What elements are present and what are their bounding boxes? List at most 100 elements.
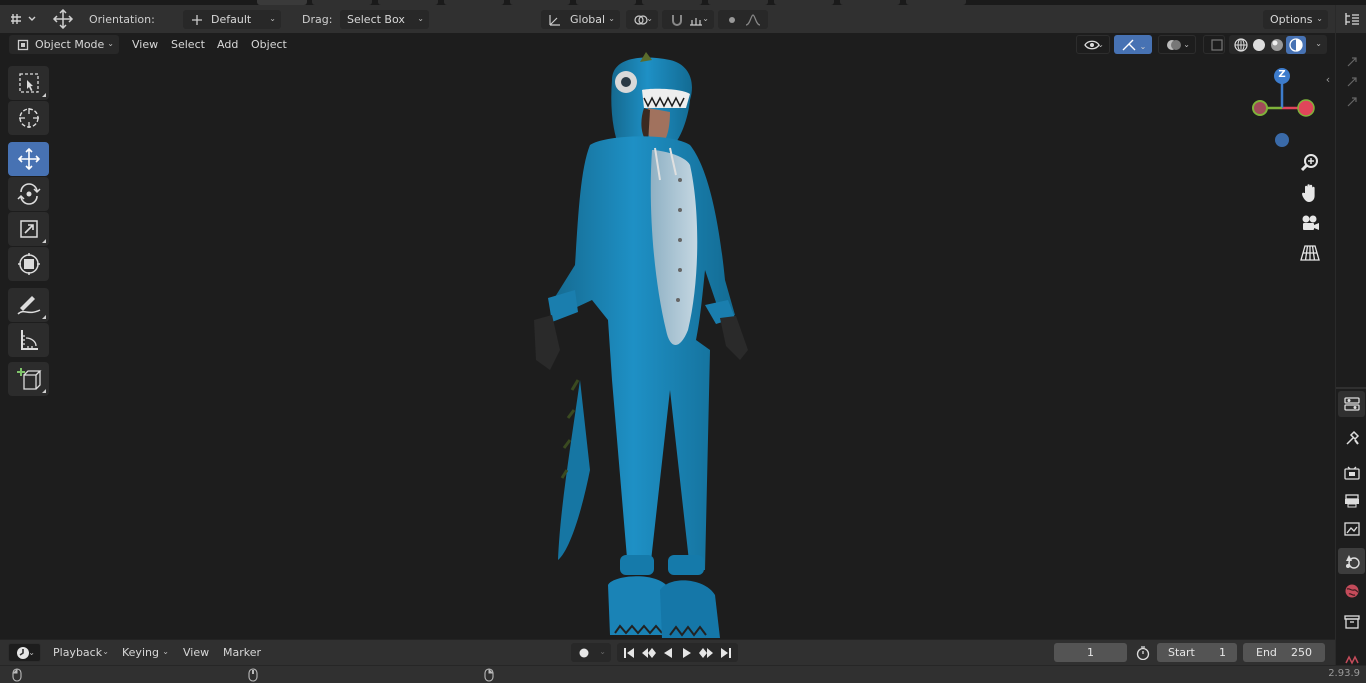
- tab-render[interactable]: [1338, 460, 1365, 486]
- zoom-icon[interactable]: [1298, 152, 1322, 174]
- material-shading-icon[interactable]: [1268, 37, 1286, 53]
- status-bar: 2.93.9: [0, 665, 1366, 683]
- overlays-dropdown[interactable]: ⌄: [1158, 35, 1196, 54]
- object-mode-label: Object Mode: [35, 38, 105, 51]
- transform-orientation-dropdown[interactable]: Global ⌄: [541, 10, 620, 29]
- rendered-shading-icon[interactable]: [1286, 35, 1306, 54]
- sidebar-toggle-icon[interactable]: ‹: [1322, 72, 1334, 86]
- keying-dropdown[interactable]: Keying ⌄: [115, 643, 174, 662]
- z-axis-label: Z: [1278, 69, 1286, 80]
- editor-type-icon[interactable]: [8, 9, 40, 29]
- record-icon: [578, 647, 590, 659]
- output-icon: [1344, 494, 1360, 508]
- end-label: End: [1256, 646, 1277, 659]
- chevron-down-icon: ⌄: [599, 647, 606, 656]
- measure-tool[interactable]: [8, 323, 49, 357]
- cursor-tool[interactable]: [8, 101, 49, 135]
- camera-icon[interactable]: [1298, 212, 1322, 234]
- annotate-tool[interactable]: [8, 288, 49, 322]
- visibility-dropdown[interactable]: ⌄: [1076, 35, 1110, 54]
- mouse-right-icon: [483, 667, 495, 682]
- menu-object[interactable]: Object: [244, 35, 294, 54]
- measure-icon: [18, 328, 40, 352]
- tab-collection[interactable]: [1338, 609, 1365, 635]
- tab-scene[interactable]: [1338, 548, 1365, 574]
- hand-pan-icon[interactable]: [1298, 182, 1322, 204]
- end-frame-field[interactable]: End 250: [1243, 643, 1325, 662]
- timeline-editor-type[interactable]: ⌄: [8, 643, 41, 662]
- playback-controls: [617, 643, 738, 662]
- tool-options-indicator: [42, 239, 46, 243]
- auto-keying-group[interactable]: ⌄: [571, 643, 611, 662]
- version-label: 2.93.9: [1328, 668, 1360, 679]
- drag-label: Drag:: [302, 13, 333, 26]
- orientation-value: Default: [211, 13, 252, 26]
- start-frame-field[interactable]: Start 1: [1157, 643, 1237, 662]
- next-keyframe-icon[interactable]: [697, 646, 715, 660]
- menu-select[interactable]: Select: [164, 35, 212, 54]
- chevron-down-icon[interactable]: ⌄: [1136, 39, 1150, 53]
- xray-toggle[interactable]: [1203, 35, 1225, 54]
- navigation-gizmo[interactable]: Z: [1244, 64, 1320, 150]
- scale-icon: [18, 218, 40, 240]
- snapping-group[interactable]: ⌄: [662, 10, 714, 29]
- proportional-editing-group[interactable]: [718, 10, 768, 29]
- snap-magnet-icon: [669, 13, 685, 27]
- add-cube-tool[interactable]: [8, 362, 49, 396]
- view-layer-icon: [1343, 522, 1360, 536]
- timeline-header: ⌄ Playback ⌄ Keying ⌄ View Marker ⌄ 1 St…: [0, 639, 1335, 665]
- cursor-icon: [17, 106, 41, 130]
- properties-editor-type[interactable]: [1338, 391, 1365, 417]
- chevron-down-icon: ⌄: [417, 14, 424, 23]
- options-dropdown[interactable]: Options ⌄: [1263, 10, 1328, 29]
- current-frame-field[interactable]: 1: [1054, 643, 1127, 662]
- wireframe-shading-icon[interactable]: [1232, 37, 1250, 53]
- tab-view-layer[interactable]: [1338, 516, 1365, 542]
- chevron-down-icon: ⌄: [1097, 40, 1104, 49]
- object-mode-dropdown[interactable]: Object Mode ⌄: [9, 35, 119, 54]
- overlays-icon: [1166, 38, 1182, 52]
- tab-world[interactable]: [1338, 578, 1365, 604]
- timeline-menu-marker[interactable]: Marker: [216, 643, 268, 662]
- menu-add[interactable]: Add: [210, 35, 245, 54]
- jump-start-icon[interactable]: [621, 646, 637, 660]
- select-box-tool[interactable]: [8, 66, 49, 100]
- shading-mode-group[interactable]: ⌄: [1229, 35, 1327, 54]
- mouse-middle-icon: [247, 667, 259, 682]
- jump-end-icon[interactable]: [718, 646, 734, 660]
- end-value: 250: [1291, 646, 1312, 659]
- move-tool-icon: [50, 8, 76, 30]
- pivot-point-dropdown[interactable]: ⌄: [626, 10, 658, 29]
- playback-dropdown[interactable]: Playback ⌄: [46, 643, 114, 662]
- transform-tool[interactable]: [8, 247, 49, 281]
- scale-tool[interactable]: [8, 212, 49, 246]
- orientation-dropdown[interactable]: Default ⌄: [183, 10, 281, 29]
- move-tool[interactable]: [8, 142, 49, 176]
- start-label: Start: [1168, 646, 1195, 659]
- drag-dropdown[interactable]: Select Box ⌄: [340, 10, 429, 29]
- playback-label: Playback: [53, 646, 103, 659]
- tab-output[interactable]: [1338, 488, 1365, 514]
- properties-icon: [1343, 397, 1360, 411]
- play-icon[interactable]: [679, 646, 695, 660]
- play-reverse-icon[interactable]: [660, 646, 676, 660]
- restrict-toggle-icon[interactable]: [1344, 55, 1360, 69]
- grid-perspective-icon[interactable]: [1298, 242, 1322, 264]
- mouse-left-icon: [11, 667, 23, 682]
- prev-keyframe-icon[interactable]: [640, 646, 658, 660]
- collection-icon: [1343, 615, 1360, 629]
- solid-shading-icon[interactable]: [1250, 37, 1268, 53]
- stopwatch-icon[interactable]: [1134, 644, 1152, 662]
- tool-icon: [1344, 430, 1360, 446]
- timeline-menu-view[interactable]: View: [176, 643, 216, 662]
- character-model[interactable]: [520, 50, 760, 640]
- xray-icon: [1211, 38, 1223, 51]
- outliner-icon[interactable]: [1342, 11, 1362, 27]
- menu-view[interactable]: View: [125, 35, 165, 54]
- tool-options-indicator: [42, 389, 46, 393]
- rotate-tool[interactable]: [8, 177, 49, 211]
- start-value: 1: [1219, 646, 1226, 659]
- restrict-toggle-icon[interactable]: [1344, 75, 1360, 89]
- restrict-toggle-icon[interactable]: [1344, 95, 1360, 109]
- tab-tool[interactable]: [1338, 425, 1365, 451]
